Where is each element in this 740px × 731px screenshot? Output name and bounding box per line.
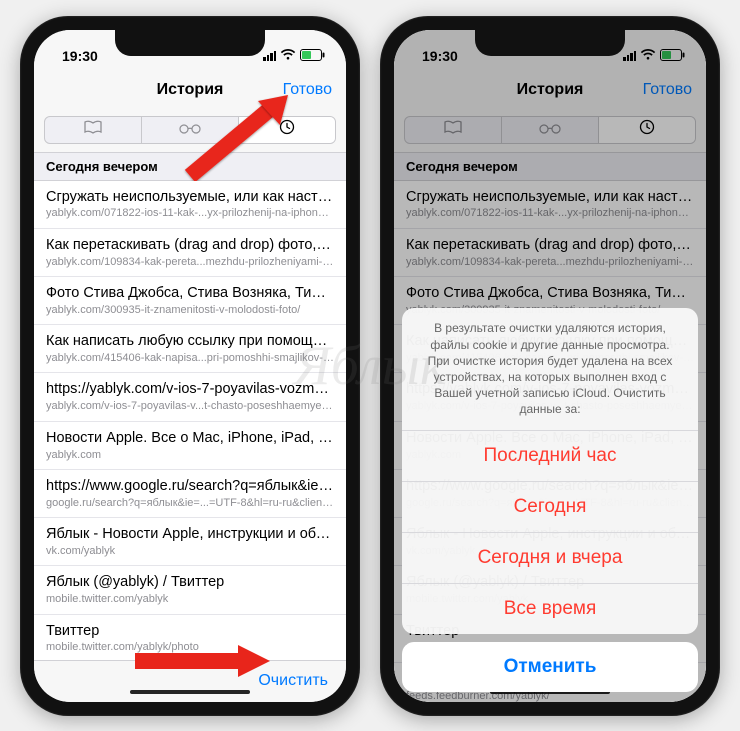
iphone-right: 19:30 История Готово (380, 16, 720, 716)
action-sheet-group: В результате очистки удаляются история, … (402, 308, 698, 633)
status-time: 19:30 (62, 48, 98, 64)
action-sheet-option[interactable]: Все время (402, 584, 698, 634)
history-row-title: Фото Стива Джобса, Стива Возняка, Тима К… (46, 284, 334, 303)
history-row-url: vk.com/yablyk (46, 544, 334, 559)
clear-action-sheet: В результате очистки удаляются история, … (402, 308, 698, 691)
iphone-left: 19:30 История Готово (20, 16, 360, 716)
history-row[interactable]: Яблык - Новости Apple, инструкции и обзо… (34, 518, 346, 566)
history-row-title: https://yablyk.com/v-ios-7-poyavilas-voz… (46, 380, 334, 399)
history-row-url: yablyk.com/415406-kak-napisa...pri-pomos… (46, 351, 334, 366)
history-row-title: Яблык - Новости Apple, инструкции и обзо… (46, 525, 334, 544)
history-row-url: yablyk.com/300935-it-znamenitosti-v-molo… (46, 303, 334, 318)
history-row[interactable]: Фото Стива Джобса, Стива Возняка, Тима К… (34, 277, 346, 325)
battery-icon (300, 48, 326, 64)
screen-right: 19:30 История Готово (394, 30, 706, 702)
history-row[interactable]: https://yablyk.com/v-ios-7-poyavilas-voz… (34, 373, 346, 421)
history-row-title: Яблык (@yablyk) / Твиттер (46, 573, 334, 592)
history-list[interactable]: Сгружать неиспользуемые, или как настрои… (34, 181, 346, 660)
action-sheet-option[interactable]: Последний час (402, 431, 698, 482)
history-row-title: Как написать любую ссылку при помощи см.… (46, 332, 334, 351)
action-sheet-option[interactable]: Сегодня и вчера (402, 533, 698, 584)
status-right (263, 48, 326, 64)
action-sheet-cancel[interactable]: Отменить (402, 642, 698, 692)
history-row-url: yablyk.com/v-ios-7-poyavilas-v...t-chast… (46, 399, 334, 414)
history-row[interactable]: https://www.google.ru/search?q=яблык&ie=… (34, 470, 346, 518)
action-sheet-option[interactable]: Сегодня (402, 482, 698, 533)
signal-icon (263, 51, 276, 61)
home-indicator[interactable] (130, 690, 250, 694)
segment-bookmarks[interactable] (45, 117, 142, 143)
history-row-title: https://www.google.ru/search?q=яблык&ie=… (46, 477, 334, 496)
history-row-url: yablyk.com/071822-ios-11-kak-...yx-prilo… (46, 206, 334, 221)
history-row[interactable]: Сгружать неиспользуемые, или как настрои… (34, 181, 346, 229)
history-row-title: Сгружать неиспользуемые, или как настрои… (46, 188, 334, 207)
history-row-title: Новости Apple. Все о Mac, iPhone, iPad, … (46, 429, 334, 448)
arrow-to-history-tab (180, 91, 300, 181)
history-row[interactable]: Новости Apple. Все о Mac, iPhone, iPad, … (34, 422, 346, 470)
wifi-icon (280, 48, 296, 64)
history-row[interactable]: Как написать любую ссылку при помощи см.… (34, 325, 346, 373)
history-row-url: google.ru/search?q=яблык&ie=...=UTF-8&hl… (46, 496, 334, 511)
history-row-title: Твиттер (46, 622, 334, 641)
book-icon (83, 120, 103, 139)
history-row-url: mobile.twitter.com/yablyk (46, 592, 334, 607)
notch (475, 30, 625, 56)
notch (115, 30, 265, 56)
history-row-url: yablyk.com (46, 448, 334, 463)
action-sheet-message: В результате очистки удаляются история, … (402, 308, 698, 430)
arrow-to-clear (130, 641, 280, 681)
history-row-url: yablyk.com/109834-kak-pereta...mezhdu-pr… (46, 255, 334, 270)
history-row[interactable]: Яблык (@yablyk) / Твиттерmobile.twitter.… (34, 566, 346, 614)
history-row-title: Как перетаскивать (drag and drop) фото, … (46, 236, 334, 255)
history-row[interactable]: Как перетаскивать (drag and drop) фото, … (34, 229, 346, 277)
